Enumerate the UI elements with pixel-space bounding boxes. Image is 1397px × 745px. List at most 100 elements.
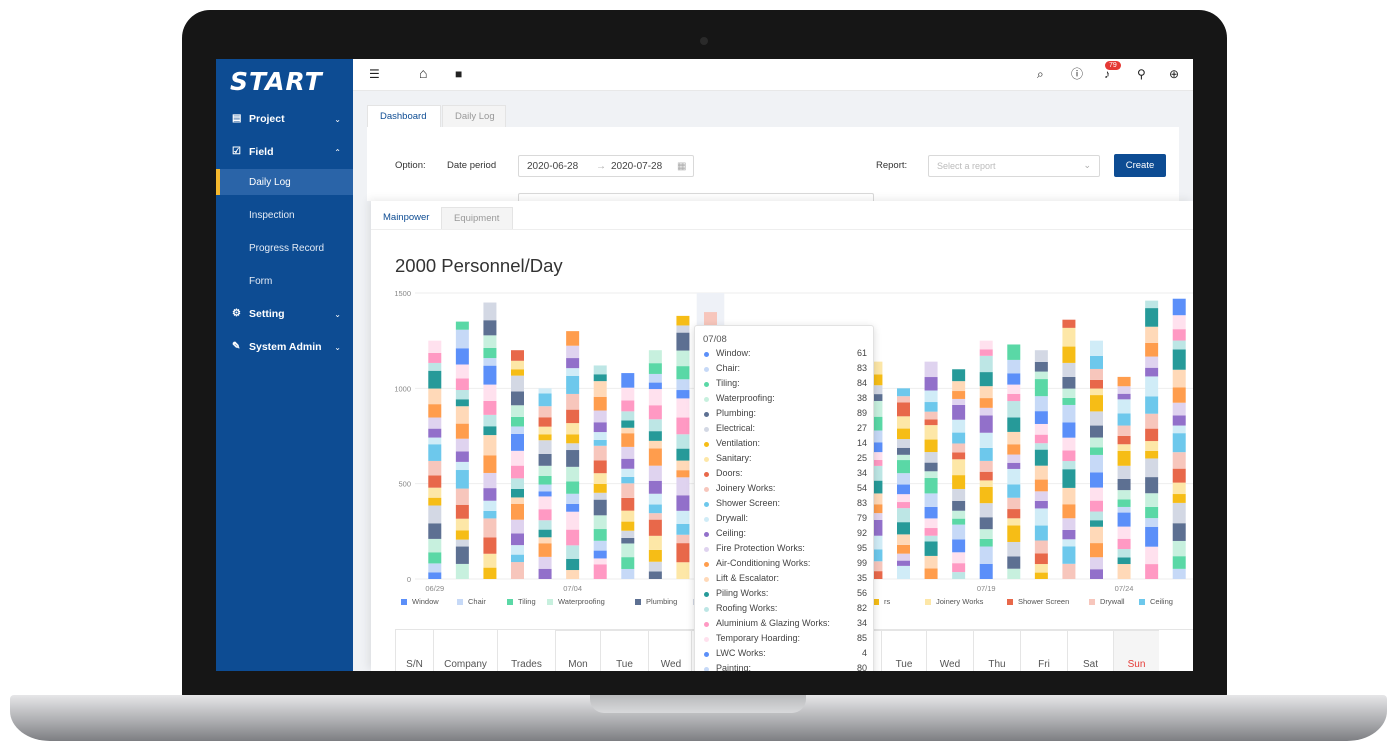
tooltip-row: Ceiling: 92 — [703, 528, 867, 542]
tooltip-row: Air-Conditioning Works: 99 — [703, 558, 867, 572]
report-select[interactable]: Select a report ⌄ — [928, 155, 1100, 177]
legend-item[interactable]: Waterproofing — [547, 597, 605, 606]
bar-segment — [648, 448, 662, 466]
bar-segment — [1172, 568, 1186, 579]
bar-segment — [924, 555, 938, 569]
secondary-input[interactable] — [518, 193, 874, 201]
bar-segment — [979, 386, 993, 399]
app-logo[interactable]: START — [230, 67, 323, 96]
bar-segment — [428, 523, 442, 539]
legend-item[interactable]: Shower Screen — [1007, 597, 1069, 606]
bar-segment — [1034, 350, 1048, 362]
board-icon[interactable]: ■ — [455, 67, 462, 81]
legend-item[interactable]: Drywall — [1089, 597, 1125, 606]
bar-segment — [455, 451, 469, 462]
tooltip-series-name: Waterproofing: — [716, 393, 775, 403]
bar-segment — [952, 488, 966, 501]
legend-item[interactable]: Ceiling — [1139, 597, 1173, 606]
sidebar-group-setting[interactable]: ⚙ Setting ⌄ — [216, 299, 353, 329]
series-dot-icon — [704, 412, 709, 417]
bar-segment — [538, 543, 552, 557]
bar-segment — [511, 426, 524, 434]
bar-segment — [897, 388, 910, 397]
help-icon[interactable]: ⓘ — [1071, 67, 1083, 81]
bar-segment — [952, 452, 966, 460]
bar-segment — [1145, 428, 1159, 442]
bar-segment — [428, 444, 442, 461]
menu-collapse-icon[interactable]: ☰ — [369, 67, 380, 81]
bar-segment — [979, 349, 993, 356]
bar-segment — [566, 466, 580, 482]
tooltip-series-name: Window: — [716, 348, 751, 358]
legend-item[interactable]: Window — [401, 597, 439, 606]
sidebar-group-system-admin[interactable]: ✎ System Admin ⌄ — [216, 332, 353, 362]
chevron-down-icon: ⌄ — [334, 342, 341, 352]
legend-item[interactable]: rs — [873, 597, 890, 606]
bar-segment — [1117, 376, 1131, 387]
x-tick-label: 07/24 — [1115, 584, 1134, 593]
tooltip-series-name: Electrical: — [716, 423, 756, 433]
date-range-picker[interactable]: 2020-06-28 → 2020-07-28 ▦ — [518, 155, 694, 177]
table-header-cell: S/N — [395, 630, 433, 671]
bar-segment — [1034, 564, 1048, 573]
bar-segment — [566, 503, 580, 512]
home-icon[interactable]: ⌂ — [419, 66, 427, 80]
bar-segment — [593, 445, 607, 461]
checkbox-icon: ☑ — [232, 146, 241, 157]
globe-icon[interactable]: ⊕ — [1169, 67, 1179, 81]
bar-segment — [593, 365, 607, 375]
y-tick-label: 500 — [398, 480, 411, 489]
bar-segment — [1145, 396, 1159, 414]
table-header-cell: Wed — [926, 630, 973, 671]
tab-equipment[interactable]: Equipment — [441, 207, 513, 229]
create-button[interactable]: Create — [1114, 154, 1166, 177]
tab-mainpower[interactable]: Mainpower — [371, 207, 439, 229]
tooltip-series-value: 84 — [856, 378, 867, 388]
bar-segment — [1062, 469, 1076, 488]
bar-segment — [1007, 568, 1021, 579]
bar-segment — [538, 509, 552, 521]
tooltip-row: Drywall: 79 — [703, 513, 867, 527]
legend-item[interactable]: Plumbing — [635, 597, 677, 606]
bar-segment — [952, 572, 966, 579]
sidebar: START ▤ Project ⌄ ☑ Field ⌃ Daily Log In… — [216, 59, 353, 671]
bar-segment — [511, 503, 524, 520]
table-header-label: Thu — [988, 659, 1006, 670]
tooltip-series-value: 61 — [856, 348, 867, 358]
date-end: 2020-07-28 — [611, 161, 663, 172]
bar-segment — [455, 321, 469, 330]
legend-item[interactable]: Tiling — [507, 597, 536, 606]
bar-segment — [648, 571, 662, 579]
search-icon[interactable]: ⌕ — [1037, 67, 1044, 81]
x-tick-label: 06/29 — [425, 584, 444, 593]
tab-daily-log[interactable]: Daily Log — [442, 105, 506, 127]
sidebar-item-daily-log[interactable]: Daily Log — [216, 169, 353, 195]
bar-segment — [455, 470, 469, 489]
sidebar-group-project[interactable]: ▤ Project ⌄ — [216, 104, 353, 134]
sidebar-item-progress-record[interactable]: Progress Record — [216, 235, 353, 261]
bar-segment — [483, 500, 497, 511]
bar-segment — [648, 382, 662, 390]
legend-item[interactable]: Chair — [457, 597, 486, 606]
bar-segment — [1172, 433, 1186, 453]
bar-segment — [1034, 371, 1048, 380]
bar-segment — [1062, 450, 1076, 462]
bar-segment — [1034, 540, 1048, 554]
user-icon[interactable]: ⚲ — [1137, 67, 1146, 81]
sidebar-item-form[interactable]: Form — [216, 268, 353, 294]
bar-segment — [1117, 413, 1131, 426]
table-header-cell: Trades — [497, 630, 555, 671]
sidebar-group-field[interactable]: ☑ Field ⌃ — [216, 137, 353, 167]
bar-segment — [897, 439, 910, 448]
tooltip-series-value: 95 — [856, 543, 867, 553]
bar-segment — [648, 561, 662, 572]
bar-segment — [1007, 344, 1021, 360]
bar-segment — [1034, 508, 1048, 526]
tooltip-series-name: Ceiling: — [716, 528, 747, 538]
sidebar-item-inspection[interactable]: Inspection — [216, 202, 353, 228]
tab-dashboard[interactable]: Dashboard — [367, 105, 441, 127]
bar-segment — [648, 513, 662, 520]
bar-segment — [483, 414, 497, 427]
legend-item[interactable]: Joinery Works — [925, 597, 983, 606]
bar-segment — [924, 411, 938, 420]
